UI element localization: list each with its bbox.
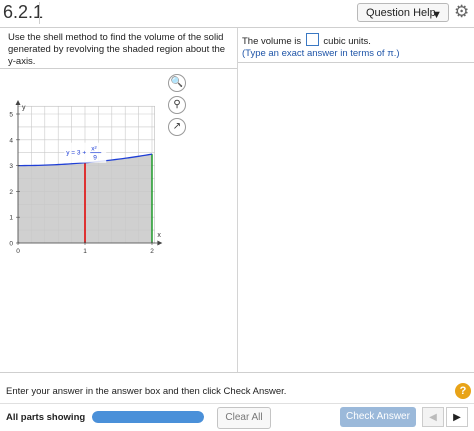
- answer-hint: (Type an exact answer in terms of π.): [242, 48, 400, 59]
- y-tick-label: 0: [9, 241, 13, 248]
- question-pane: Use the shell method to find the volume …: [0, 28, 237, 372]
- y-axis-label: y: [22, 104, 26, 111]
- popout-icon[interactable]: ↗: [168, 118, 186, 136]
- help-icon[interactable]: ?: [455, 383, 471, 399]
- clear-all-button[interactable]: Clear All: [217, 407, 271, 429]
- answer-input[interactable]: [305, 33, 319, 46]
- answer-line: The volume is cubic units.: [242, 33, 400, 48]
- zoom-out-icon[interactable]: ⚲: [168, 96, 186, 114]
- curve-label-denominator: 9: [93, 155, 97, 162]
- question-help-button[interactable]: Question Help ▼: [357, 3, 449, 22]
- curve-label-numerator: x²: [91, 146, 97, 153]
- y-tick-label: 4: [9, 137, 13, 144]
- pane-divider[interactable]: [237, 28, 238, 372]
- x-tick-label: 0: [16, 248, 20, 255]
- header-bar: 6.2.1 Question Help ▼ ⚙: [0, 0, 474, 28]
- answer-suffix: cubic units.: [323, 36, 371, 47]
- curve-label: y = 3 + x² 9: [64, 142, 107, 163]
- instruction-text: Enter your answer in the answer box and …: [6, 386, 287, 397]
- parts-showing-label: All parts showing: [6, 412, 86, 423]
- answer-divider: [238, 62, 474, 63]
- question-nav: ◀ ▶: [422, 407, 470, 427]
- gear-icon[interactable]: ⚙: [454, 2, 469, 22]
- caret-down-icon: ▼: [431, 9, 442, 21]
- curve-label-prefix: y = 3 +: [66, 150, 86, 157]
- check-answer-button[interactable]: Check Answer: [340, 407, 416, 427]
- question-divider: [0, 68, 237, 69]
- y-tick-label: 2: [9, 189, 13, 196]
- graph: 0 1 2 0 1 2 3 4 5 x y y = 3 + x² 9: [9, 100, 163, 255]
- y-tick-label: 3: [9, 163, 13, 170]
- y-tick-label: 5: [9, 112, 13, 119]
- question-help-label: Question Help: [366, 7, 436, 19]
- x-tick-label: 1: [83, 248, 87, 255]
- zoom-in-icon[interactable]: 🔍: [168, 74, 186, 92]
- x-axis-arrow: [157, 240, 163, 246]
- progress-fill: [92, 411, 204, 423]
- header-divider: [39, 2, 40, 24]
- y-axis-arrow: [15, 100, 21, 105]
- footer-bar: Enter your answer in the answer box and …: [0, 372, 474, 431]
- x-tick-label: 2: [150, 248, 154, 255]
- question-text: Use the shell method to find the volume …: [8, 32, 226, 67]
- x-axis-label: x: [157, 232, 161, 239]
- y-tick-label: 1: [9, 215, 13, 222]
- footer-divider: [0, 403, 474, 404]
- section-number: 6.2.1: [3, 2, 44, 22]
- answer-prefix: The volume is: [242, 36, 302, 47]
- progress-bar: [92, 411, 204, 423]
- answer-area: The volume is cubic units. (Type an exac…: [242, 33, 400, 60]
- previous-arrow-icon[interactable]: ◀: [422, 407, 444, 427]
- next-arrow-icon[interactable]: ▶: [446, 407, 468, 427]
